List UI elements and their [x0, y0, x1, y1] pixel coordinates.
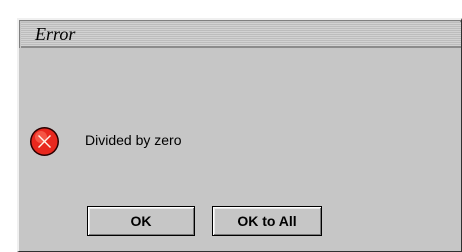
dialog-title: Error — [35, 23, 76, 44]
error-dialog: Error Divided by zero OK OK to All — [17, 18, 462, 252]
ok-button[interactable]: OK — [87, 206, 195, 236]
error-message: Divided by zero — [85, 132, 182, 148]
dialog-titlebar[interactable]: Error — [21, 22, 461, 48]
error-icon — [30, 127, 59, 156]
dialog-content: Divided by zero OK OK to All — [19, 48, 461, 251]
ok-to-all-button[interactable]: OK to All — [212, 206, 322, 236]
